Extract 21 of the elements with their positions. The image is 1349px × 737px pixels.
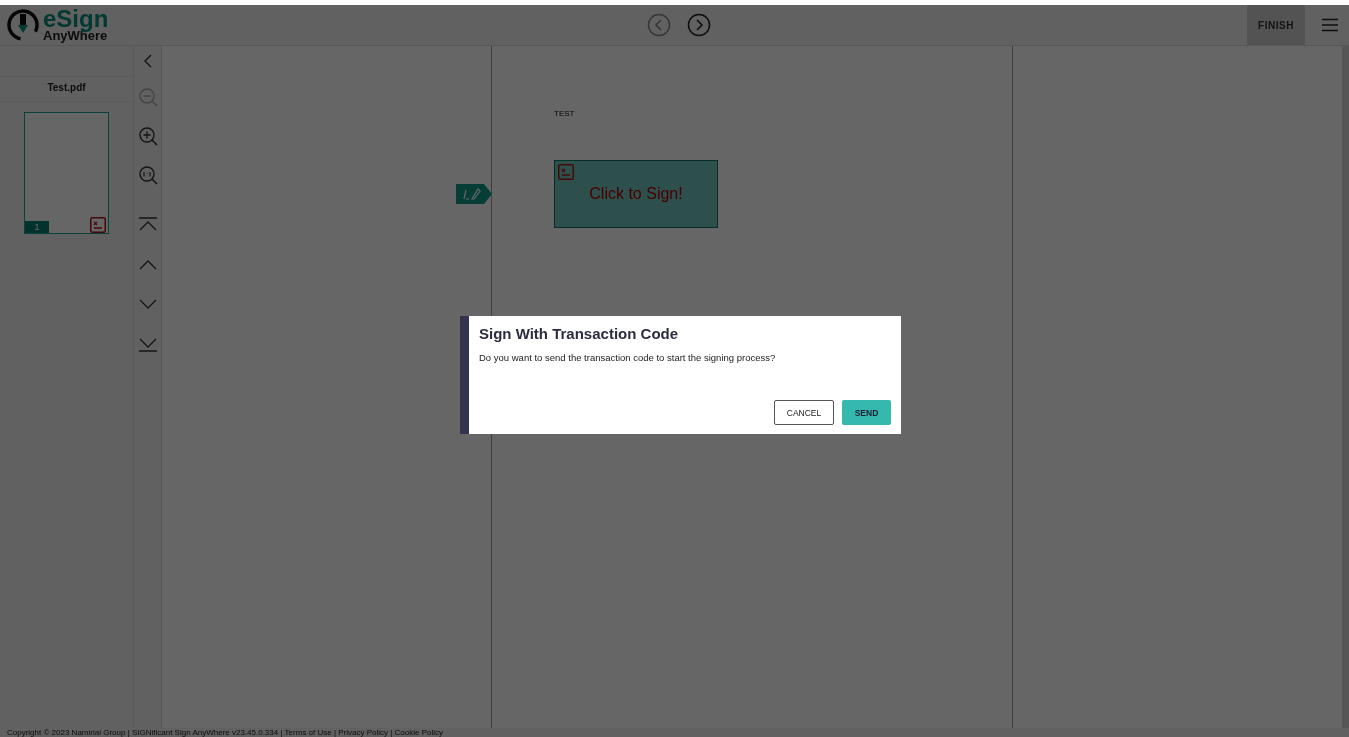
dialog-title: Sign With Transaction Code bbox=[479, 325, 680, 342]
signature-icon bbox=[90, 217, 106, 233]
page-number: 1 bbox=[25, 221, 49, 233]
zoom-reset-icon[interactable] bbox=[137, 165, 158, 185]
signature-tag-icon[interactable] bbox=[456, 184, 492, 204]
logo-icon bbox=[6, 8, 40, 42]
cancel-button[interactable]: CANCEL bbox=[774, 400, 834, 425]
menu-icon[interactable] bbox=[1321, 18, 1339, 32]
collapse-icon[interactable] bbox=[142, 54, 153, 68]
signature-field[interactable]: Click to Sign! bbox=[554, 160, 718, 228]
signature-icon bbox=[558, 164, 574, 180]
next-button[interactable] bbox=[687, 13, 711, 37]
document-tab[interactable]: Test.pdf bbox=[0, 76, 133, 102]
copyright-text: Copyright © 2023 Namirial Group | SIGNificant Sign AnyWhere v23.45.0.334 | Terms of Use | Privacy Policy | Cookie Policy bbox=[7, 728, 444, 737]
signature-label: Click to Sign! bbox=[589, 185, 683, 203]
zoom-in-icon[interactable] bbox=[137, 126, 158, 146]
finish-button[interactable]: FINISH bbox=[1247, 5, 1305, 45]
send-button[interactable]: SEND bbox=[842, 400, 891, 425]
document-text: TEST bbox=[554, 109, 575, 118]
page-thumbnail[interactable]: 1 bbox=[24, 112, 109, 234]
dialog-message: Do you want to send the transaction code to start the signing process? bbox=[479, 352, 777, 363]
